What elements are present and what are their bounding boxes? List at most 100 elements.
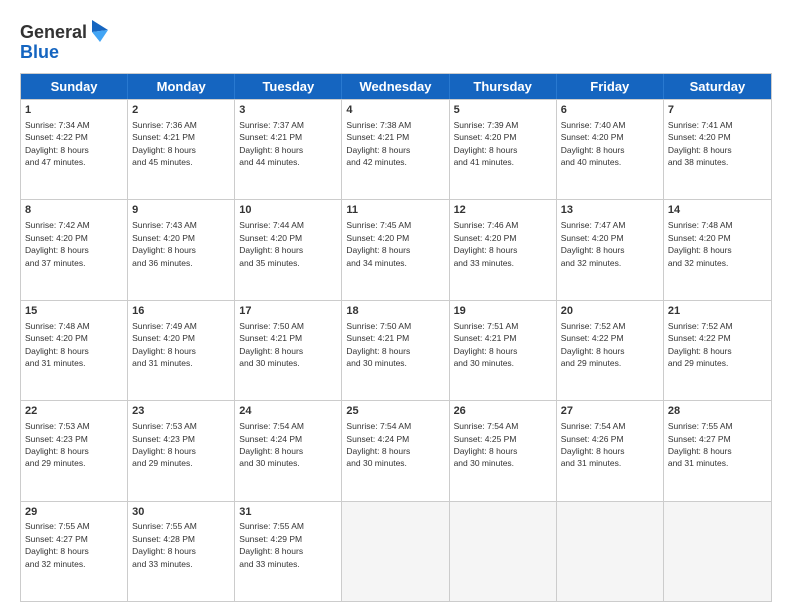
day-number: 1 [25, 103, 123, 118]
calendar-cell-13: 13Sunrise: 7:47 AMSunset: 4:20 PMDayligh… [557, 200, 664, 299]
calendar-cell-15: 15 Sunrise: 7:48 AMSunset: 4:20 PMDayligh… [21, 301, 128, 400]
calendar-cell-20: 20Sunrise: 7:52 AMSunset: 4:22 PMDayligh… [557, 301, 664, 400]
calendar-cell-empty [450, 502, 557, 601]
calendar-cell-11: 11Sunrise: 7:45 AMSunset: 4:20 PMDayligh… [342, 200, 449, 299]
calendar-row-2: 8Sunrise: 7:42 AMSunset: 4:20 PMDaylight… [21, 199, 771, 299]
day-number: 10 [239, 203, 337, 218]
day-number: 3 [239, 103, 337, 118]
calendar-cell-5: 5 Sunrise: 7:39 AMSunset: 4:20 PMDaylight… [450, 100, 557, 199]
day-info: Sunrise: 7:39 AMSunset: 4:20 PMDaylight:… [454, 120, 519, 167]
day-info: Sunrise: 7:36 AMSunset: 4:21 PMDaylight:… [132, 120, 197, 167]
calendar-cell-7: 7 Sunrise: 7:41 AMSunset: 4:20 PMDaylight… [664, 100, 771, 199]
day-info: Sunrise: 7:37 AMSunset: 4:21 PMDaylight:… [239, 120, 304, 167]
day-number: 15 [25, 304, 123, 319]
logo: GeneralBlue [20, 18, 110, 63]
svg-text:Blue: Blue [20, 42, 59, 62]
calendar-cell-8: 8Sunrise: 7:42 AMSunset: 4:20 PMDaylight… [21, 200, 128, 299]
day-number: 8 [25, 203, 123, 218]
calendar-cell-17: 17 Sunrise: 7:50 AMSunset: 4:21 PMDayligh… [235, 301, 342, 400]
page: GeneralBlue SundayMondayTuesdayWednesday… [0, 0, 792, 612]
calendar-cell-2: 2Sunrise: 7:36 AMSunset: 4:21 PMDaylight… [128, 100, 235, 199]
day-info: Sunrise: 7:45 AMSunset: 4:20 PMDaylight:… [346, 220, 411, 267]
day-number: 19 [454, 304, 552, 319]
header: GeneralBlue [20, 18, 772, 63]
calendar-cell-31: 31Sunrise: 7:55 AMSunset: 4:29 PMDayligh… [235, 502, 342, 601]
calendar-cell-30: 30Sunrise: 7:55 AMSunset: 4:28 PMDayligh… [128, 502, 235, 601]
day-number: 4 [346, 103, 444, 118]
day-info: Sunrise: 7:40 AMSunset: 4:20 PMDaylight:… [561, 120, 626, 167]
calendar-cell-16: 16Sunrise: 7:49 AMSunset: 4:20 PMDayligh… [128, 301, 235, 400]
day-info: Sunrise: 7:51 AMSunset: 4:21 PMDaylight:… [454, 321, 519, 368]
calendar-cell-23: 23 Sunrise: 7:53 AMSunset: 4:23 PMDayligh… [128, 401, 235, 500]
day-number: 17 [239, 304, 337, 319]
day-info: Sunrise: 7:54 AMSunset: 4:24 PMDaylight:… [346, 421, 411, 468]
calendar-cell-4: 4 Sunrise: 7:38 AMSunset: 4:21 PMDaylight… [342, 100, 449, 199]
day-info: Sunrise: 7:48 AMSunset: 4:20 PMDaylight:… [668, 220, 733, 267]
day-number: 9 [132, 203, 230, 218]
day-info: Sunrise: 7:55 AMSunset: 4:27 PMDaylight:… [668, 421, 733, 468]
day-number: 25 [346, 404, 444, 419]
day-number: 26 [454, 404, 552, 419]
day-number: 28 [668, 404, 767, 419]
day-info: Sunrise: 7:50 AMSunset: 4:21 PMDaylight:… [346, 321, 411, 368]
calendar-cell-19: 19 Sunrise: 7:51 AMSunset: 4:21 PMDayligh… [450, 301, 557, 400]
calendar-body: 1 Sunrise: 7:34 AMSunset: 4:22 PMDaylight… [21, 99, 771, 601]
day-info: Sunrise: 7:53 AMSunset: 4:23 PMDaylight:… [25, 421, 90, 468]
day-info: Sunrise: 7:52 AMSunset: 4:22 PMDaylight:… [561, 321, 626, 368]
day-number: 14 [668, 203, 767, 218]
day-number: 30 [132, 505, 230, 520]
calendar-cell-24: 24 Sunrise: 7:54 AMSunset: 4:24 PMDayligh… [235, 401, 342, 500]
day-info: Sunrise: 7:54 AMSunset: 4:24 PMDaylight:… [239, 421, 304, 468]
day-number: 31 [239, 505, 337, 520]
calendar-cell-6: 6 Sunrise: 7:40 AMSunset: 4:20 PMDaylight… [557, 100, 664, 199]
day-number: 24 [239, 404, 337, 419]
day-number: 27 [561, 404, 659, 419]
day-info: Sunrise: 7:44 AMSunset: 4:20 PMDaylight:… [239, 220, 304, 267]
calendar-cell-29: 29Sunrise: 7:55 AMSunset: 4:27 PMDayligh… [21, 502, 128, 601]
calendar-row-5: 29Sunrise: 7:55 AMSunset: 4:27 PMDayligh… [21, 501, 771, 601]
day-info: Sunrise: 7:38 AMSunset: 4:21 PMDaylight:… [346, 120, 411, 167]
header-cell-thursday: Thursday [450, 74, 557, 99]
day-number: 21 [668, 304, 767, 319]
day-info: Sunrise: 7:52 AMSunset: 4:22 PMDaylight:… [668, 321, 733, 368]
day-info: Sunrise: 7:48 AMSunset: 4:20 PMDaylight:… [25, 321, 90, 368]
day-number: 18 [346, 304, 444, 319]
day-info: Sunrise: 7:55 AMSunset: 4:27 PMDaylight:… [25, 521, 90, 568]
calendar-cell-12: 12Sunrise: 7:46 AMSunset: 4:20 PMDayligh… [450, 200, 557, 299]
calendar-row-1: 1 Sunrise: 7:34 AMSunset: 4:22 PMDaylight… [21, 99, 771, 199]
day-number: 7 [668, 103, 767, 118]
calendar: SundayMondayTuesdayWednesdayThursdayFrid… [20, 73, 772, 602]
day-number: 22 [25, 404, 123, 419]
day-number: 12 [454, 203, 552, 218]
calendar-cell-18: 18 Sunrise: 7:50 AMSunset: 4:21 PMDayligh… [342, 301, 449, 400]
calendar-cell-empty [557, 502, 664, 601]
calendar-cell-14: 14 Sunrise: 7:48 AMSunset: 4:20 PMDayligh… [664, 200, 771, 299]
calendar-row-3: 15 Sunrise: 7:48 AMSunset: 4:20 PMDayligh… [21, 300, 771, 400]
header-cell-monday: Monday [128, 74, 235, 99]
day-number: 13 [561, 203, 659, 218]
day-info: Sunrise: 7:54 AMSunset: 4:26 PMDaylight:… [561, 421, 626, 468]
header-cell-tuesday: Tuesday [235, 74, 342, 99]
day-number: 6 [561, 103, 659, 118]
header-cell-friday: Friday [557, 74, 664, 99]
logo-svg: GeneralBlue [20, 18, 110, 63]
day-info: Sunrise: 7:55 AMSunset: 4:28 PMDaylight:… [132, 521, 197, 568]
day-info: Sunrise: 7:53 AMSunset: 4:23 PMDaylight:… [132, 421, 197, 468]
calendar-cell-22: 22 Sunrise: 7:53 AMSunset: 4:23 PMDayligh… [21, 401, 128, 500]
day-info: Sunrise: 7:43 AMSunset: 4:20 PMDaylight:… [132, 220, 197, 267]
calendar-cell-9: 9 Sunrise: 7:43 AMSunset: 4:20 PMDaylight… [128, 200, 235, 299]
calendar-cell-3: 3 Sunrise: 7:37 AMSunset: 4:21 PMDaylight… [235, 100, 342, 199]
calendar-header: SundayMondayTuesdayWednesdayThursdayFrid… [21, 74, 771, 99]
day-info: Sunrise: 7:50 AMSunset: 4:21 PMDaylight:… [239, 321, 304, 368]
calendar-cell-27: 27 Sunrise: 7:54 AMSunset: 4:26 PMDayligh… [557, 401, 664, 500]
calendar-cell-1: 1 Sunrise: 7:34 AMSunset: 4:22 PMDaylight… [21, 100, 128, 199]
day-info: Sunrise: 7:55 AMSunset: 4:29 PMDaylight:… [239, 521, 304, 568]
day-number: 5 [454, 103, 552, 118]
header-cell-wednesday: Wednesday [342, 74, 449, 99]
calendar-cell-26: 26 Sunrise: 7:54 AMSunset: 4:25 PMDayligh… [450, 401, 557, 500]
day-info: Sunrise: 7:41 AMSunset: 4:20 PMDaylight:… [668, 120, 733, 167]
svg-text:General: General [20, 22, 87, 42]
day-number: 23 [132, 404, 230, 419]
day-info: Sunrise: 7:34 AMSunset: 4:22 PMDaylight:… [25, 120, 90, 167]
day-info: Sunrise: 7:54 AMSunset: 4:25 PMDaylight:… [454, 421, 519, 468]
